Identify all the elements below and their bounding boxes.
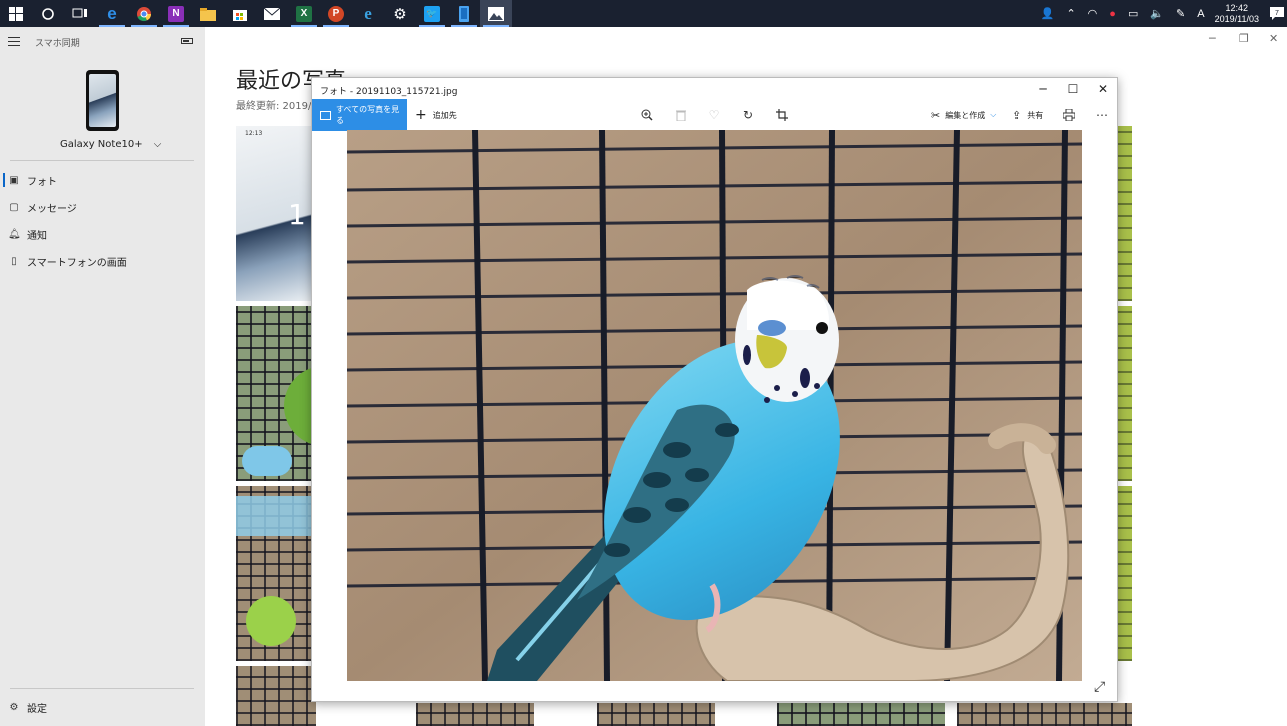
- thumb-status-time: 12:13: [245, 130, 263, 137]
- phone-battery-icon: [181, 38, 193, 44]
- plus-icon: +: [415, 107, 427, 123]
- nav-label: 設定: [27, 703, 47, 715]
- photo-thumbnail[interactable]: [236, 666, 316, 726]
- device-name: Galaxy Note10+: [60, 139, 143, 150]
- maximize-button[interactable]: ❐: [1239, 32, 1249, 45]
- edge-icon[interactable]: e: [96, 0, 128, 27]
- photo-thumbnail[interactable]: [416, 703, 534, 726]
- photo-thumbnail[interactable]: [1118, 486, 1132, 661]
- fullscreen-expand-icon[interactable]: ⤢: [1094, 679, 1105, 695]
- edit-create-label: 編集と作成: [945, 110, 986, 120]
- phone-screen-icon: ▯: [11, 255, 17, 267]
- minimize-button[interactable]: ─: [1028, 80, 1058, 98]
- photos-window: フォト - 20191103_115721.jpg ─ ☐ ✕ すべての写真を見…: [311, 77, 1118, 702]
- photo-thumbnail[interactable]: [236, 486, 316, 661]
- clock[interactable]: 12:42 2019/11/03: [1215, 3, 1259, 25]
- chevron-down-icon: ⌵: [153, 139, 162, 150]
- share-button[interactable]: ⇪ 共有: [1012, 99, 1043, 131]
- more-options-icon[interactable]: ⋯: [1093, 106, 1111, 124]
- message-icon: ▢: [9, 201, 19, 213]
- share-icon: ⇪: [1012, 108, 1022, 122]
- file-explorer-icon[interactable]: [192, 0, 224, 27]
- nav-item-phone-screen[interactable]: ▯ スマートフォンの画面: [0, 250, 205, 272]
- nav-item-messages[interactable]: ▢ メッセージ: [0, 196, 205, 218]
- nav-item-settings[interactable]: ⚙ 設定: [0, 696, 205, 718]
- twitter-icon[interactable]: 🐦: [416, 0, 448, 27]
- close-button[interactable]: ✕: [1269, 32, 1278, 45]
- ime-indicator[interactable]: A: [1197, 8, 1204, 20]
- nav-item-notifications[interactable]: 🔔︎ 通知: [0, 223, 205, 245]
- close-button[interactable]: ✕: [1088, 80, 1118, 98]
- print-icon[interactable]: [1060, 106, 1078, 124]
- divider: [10, 688, 194, 689]
- nav-label: フォト: [27, 176, 57, 188]
- store-icon[interactable]: [224, 0, 256, 27]
- sidebar: スマホ同期 Galaxy Note10+ ⌵ ▣ フォト ▢ メッセージ 🔔︎ …: [0, 27, 205, 726]
- photo-thumbnail[interactable]: [1118, 126, 1132, 301]
- nav-item-photos[interactable]: ▣ フォト: [0, 169, 205, 191]
- internet-explorer-icon[interactable]: e: [352, 0, 384, 27]
- bell-icon: 🔔︎: [8, 228, 21, 240]
- svg-text:7: 7: [1275, 10, 1279, 17]
- settings-icon[interactable]: ⚙: [384, 0, 416, 27]
- your-phone-icon[interactable]: [448, 0, 480, 27]
- phone-image: [86, 70, 119, 131]
- share-label: 共有: [1027, 110, 1044, 120]
- windows-start-icon[interactable]: [0, 0, 32, 27]
- device-selector[interactable]: Galaxy Note10+ ⌵: [60, 139, 161, 150]
- chrome-icon[interactable]: [128, 0, 160, 27]
- notification-center-icon[interactable]: 7: [1267, 0, 1287, 27]
- crop-icon[interactable]: [773, 106, 791, 124]
- image-icon: [320, 110, 331, 120]
- taskbar: e N X P e ⚙ 🐦 👤 ⌃ ◠ ● ▭ 🔈 ✎ A 12:42 2019…: [0, 0, 1287, 27]
- photo-thumbnail[interactable]: [777, 703, 945, 726]
- minimize-button[interactable]: ─: [1209, 32, 1216, 45]
- photo-thumbnail[interactable]: [1118, 306, 1132, 481]
- app-title: スマホ同期: [35, 39, 80, 49]
- rotate-icon[interactable]: ↻: [739, 106, 757, 124]
- see-all-photos-button[interactable]: すべての写真を見る: [312, 99, 407, 131]
- chevron-down-icon: ⌵: [990, 110, 997, 119]
- photo-thumbnail[interactable]: 12:13 1: [236, 126, 316, 301]
- zoom-icon[interactable]: [638, 106, 656, 124]
- heart-icon[interactable]: ♡: [705, 106, 723, 124]
- clock-date: 2019/11/03: [1214, 13, 1259, 24]
- clock-time: 12:42: [1225, 2, 1249, 13]
- divider: [10, 160, 194, 161]
- delete-icon[interactable]: [672, 106, 690, 124]
- photo-thumbnail[interactable]: [957, 703, 1132, 726]
- wifi-icon[interactable]: ◠: [1088, 7, 1098, 20]
- excel-icon[interactable]: X: [288, 0, 320, 27]
- see-all-label: すべての写真を見る: [335, 105, 400, 125]
- mail-icon[interactable]: [256, 0, 288, 27]
- cortana-search-icon[interactable]: [32, 0, 64, 27]
- onenote-icon[interactable]: N: [160, 0, 192, 27]
- add-to-label: 追加先: [432, 110, 457, 120]
- task-view-icon[interactable]: [64, 0, 96, 27]
- nav-label: 通知: [27, 230, 47, 242]
- edit-create-button[interactable]: ✂ 編集と作成 ⌵: [931, 99, 996, 131]
- nav-label: スマートフォンの画面: [27, 257, 127, 269]
- thumb-clock: 1: [288, 198, 306, 231]
- volume-icon[interactable]: 🔈: [1150, 7, 1164, 20]
- add-to-button[interactable]: + 追加先: [415, 99, 457, 131]
- window-title: フォト - 20191103_115721.jpg: [320, 87, 458, 97]
- maximize-button[interactable]: ☐: [1058, 80, 1088, 98]
- hamburger-menu-icon[interactable]: [8, 37, 20, 49]
- battery-icon[interactable]: ▭: [1128, 7, 1138, 20]
- people-icon[interactable]: 👤: [1041, 7, 1055, 20]
- photo-icon: ▣: [9, 174, 19, 186]
- nav-label: メッセージ: [27, 203, 77, 215]
- powerpoint-icon[interactable]: P: [320, 0, 352, 27]
- gear-icon: ⚙: [9, 701, 19, 713]
- scissors-icon: ✂: [931, 108, 941, 122]
- budgie-photo[interactable]: [347, 130, 1082, 681]
- photo-thumbnail[interactable]: [597, 703, 715, 726]
- system-tray: 👤 ⌃ ◠ ● ▭ 🔈 ✎ A 12:42 2019/11/03 7: [1035, 0, 1287, 27]
- pen-icon[interactable]: ✎: [1176, 7, 1185, 20]
- network-icon[interactable]: ●: [1109, 8, 1116, 20]
- photos-icon[interactable]: [480, 0, 512, 27]
- chevron-up-icon[interactable]: ⌃: [1066, 7, 1075, 20]
- photo-thumbnail[interactable]: [236, 306, 316, 481]
